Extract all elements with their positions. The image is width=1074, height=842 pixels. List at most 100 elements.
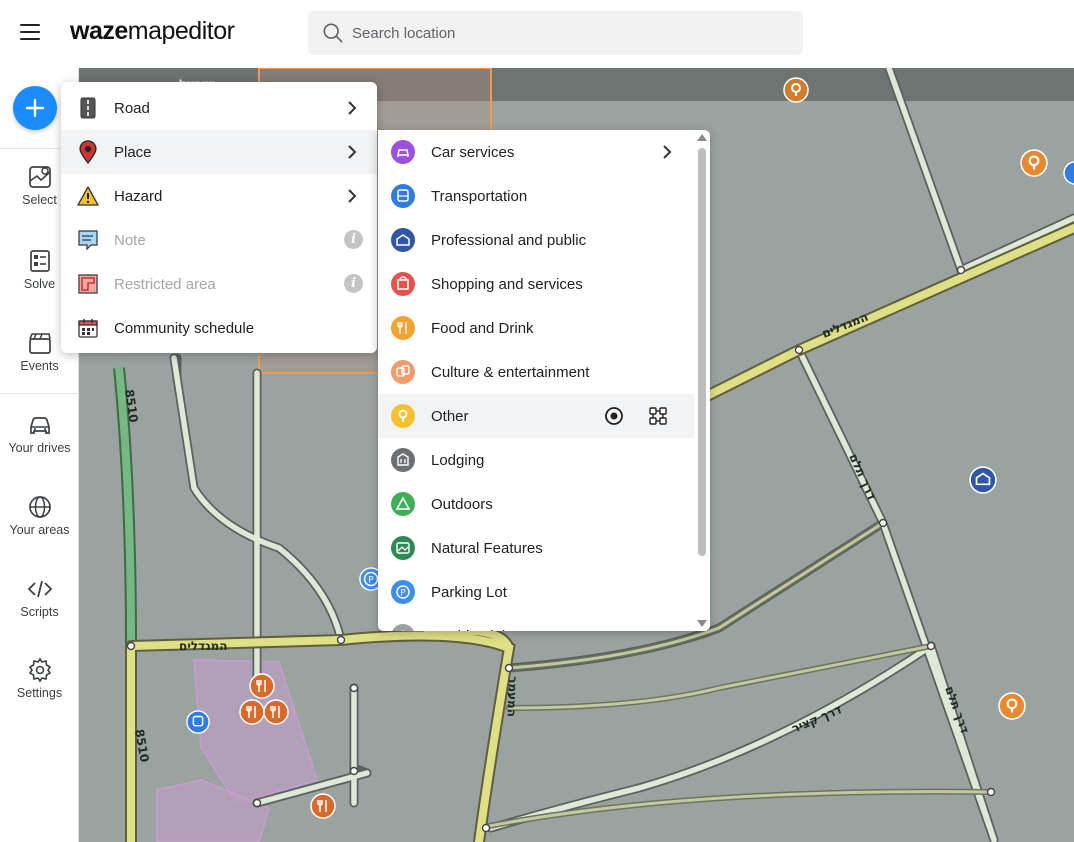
hamburger-menu-icon[interactable] (20, 24, 40, 40)
sidebar-label: Solve (23, 277, 56, 291)
place-category-list: Car services Transportation Professional a… (378, 130, 710, 631)
lodging-hotel-icon (391, 448, 415, 472)
restricted-area-icon (77, 273, 99, 295)
menu-item-hazard[interactable]: Hazard (61, 174, 377, 218)
add-button[interactable] (13, 86, 57, 130)
top-bar: wazemapeditor (0, 0, 1074, 68)
car-icon (29, 417, 50, 434)
menu-item-road[interactable]: Road (61, 86, 377, 130)
menu-item-community-schedule[interactable]: Community schedule (61, 306, 377, 350)
sidebar-label: Settings (16, 686, 63, 700)
place-category-label: Food and Drink (431, 319, 534, 337)
place-category-natural-features[interactable]: Natural Features (378, 526, 694, 570)
outdoors-tent-icon (391, 492, 415, 516)
sidebar-label: Scripts (20, 605, 59, 619)
menu-item-restricted-area[interactable]: Restricted area i (61, 262, 377, 306)
globe-icon (28, 496, 51, 518)
sidebar-label: Select (22, 193, 57, 207)
menu-item-label: Note (114, 231, 146, 249)
map-place-pin-food[interactable] (249, 673, 275, 699)
note-icon (77, 229, 99, 251)
menu-item-label: Community schedule (114, 319, 255, 337)
place-category-label: Car services (431, 143, 515, 161)
road-icon (77, 97, 99, 119)
place-category-label: Outdoors (431, 495, 493, 513)
code-icon (27, 580, 52, 598)
food-drink-icon (391, 316, 415, 340)
place-category-label: Transportation (431, 187, 528, 205)
calendar-icon (77, 317, 99, 339)
other-pin-icon (391, 404, 415, 428)
app-logo: wazemapeditor (70, 17, 235, 45)
info-icon[interactable]: i (344, 274, 363, 293)
place-category-transportation[interactable]: Transportation (378, 174, 694, 218)
menu-item-place[interactable]: Place (61, 130, 377, 174)
events-clapper-icon (28, 333, 51, 354)
place-category-shopping-and-services[interactable]: Shopping and services (378, 262, 694, 306)
menu-item-label: Restricted area (114, 275, 216, 293)
place-category-label: Residential (431, 628, 505, 632)
place-category-residential[interactable]: Residential (378, 614, 694, 631)
culture-entertainment-icon (391, 360, 415, 384)
map-place-pin-food[interactable] (239, 699, 265, 725)
hazard-warning-icon (77, 185, 99, 207)
chevron-right-icon (348, 189, 357, 203)
svg-text:P: P (368, 575, 374, 586)
scroll-thumb[interactable] (698, 148, 706, 556)
map-place-pin-partial[interactable] (1063, 160, 1074, 186)
info-icon[interactable]: i (344, 230, 363, 249)
sidebar-item-your-areas[interactable]: Your areas (0, 494, 79, 537)
svg-text:P: P (400, 589, 406, 599)
road-label-hamaamar: המעמר (505, 676, 520, 717)
place-category-outdoors[interactable]: Outdoors (378, 482, 694, 526)
place-category-label: Lodging (431, 451, 485, 469)
place-category-label: Shopping and services (431, 275, 583, 293)
map-place-pin-other[interactable] (998, 692, 1026, 720)
place-category-food-and-drink[interactable]: Food and Drink (378, 306, 694, 350)
place-category-label: Natural Features (431, 539, 543, 557)
sidebar-label: Your drives (8, 441, 71, 455)
place-category-car-services[interactable]: Car services (378, 130, 694, 174)
sidebar-item-scripts[interactable]: Scripts (0, 576, 79, 619)
search-icon (323, 23, 343, 43)
gear-icon (28, 657, 51, 683)
map-place-pin-professional[interactable] (969, 466, 997, 494)
place-category-parking-lot[interactable]: P Parking Lot (378, 570, 694, 614)
transportation-bus-icon (391, 184, 415, 208)
sidebar-item-settings[interactable]: Settings (0, 657, 79, 700)
shopping-bag-icon (391, 272, 415, 296)
menu-item-label: Hazard (114, 187, 163, 205)
sidebar-label: Events (20, 359, 59, 373)
place-category-lodging[interactable]: Lodging (378, 438, 694, 482)
place-category-culture-entertainment[interactable]: Culture & entertainment (378, 350, 694, 394)
chevron-right-icon (663, 145, 672, 159)
area-place-icon[interactable] (648, 406, 668, 426)
chevron-right-icon (348, 145, 357, 159)
point-place-icon[interactable] (604, 406, 624, 426)
menu-item-label: Place (114, 143, 152, 161)
place-category-label: Professional and public (431, 231, 587, 249)
plus-icon (25, 98, 45, 118)
place-category-label: Parking Lot (431, 583, 507, 601)
professional-building-icon (391, 228, 415, 252)
scroll-up-arrow-icon[interactable] (697, 134, 707, 141)
natural-features-icon (391, 536, 415, 560)
place-category-professional-and-public[interactable]: Professional and public (378, 218, 694, 262)
menu-item-label: Road (114, 99, 150, 117)
submenu-scrollbar[interactable] (694, 130, 710, 631)
map-place-pin-other[interactable] (783, 77, 809, 103)
sidebar-item-your-drives[interactable]: Your drives (0, 412, 79, 455)
solve-checklist-icon (29, 250, 50, 272)
map-place-pin-food[interactable] (263, 699, 289, 725)
search-input[interactable] (352, 24, 772, 42)
menu-item-note[interactable]: Note i (61, 218, 377, 262)
search-box[interactable] (308, 11, 803, 55)
place-category-label: Culture & entertainment (431, 363, 590, 381)
place-category-other[interactable]: Other (378, 394, 694, 438)
map-place-pin-other[interactable] (1020, 149, 1048, 177)
scroll-down-arrow-icon[interactable] (697, 620, 707, 627)
map-place-pin-food[interactable] (310, 793, 336, 819)
map-place-pin-transportation[interactable] (186, 710, 210, 734)
residential-home-icon (391, 624, 415, 631)
select-map-icon (28, 166, 51, 188)
